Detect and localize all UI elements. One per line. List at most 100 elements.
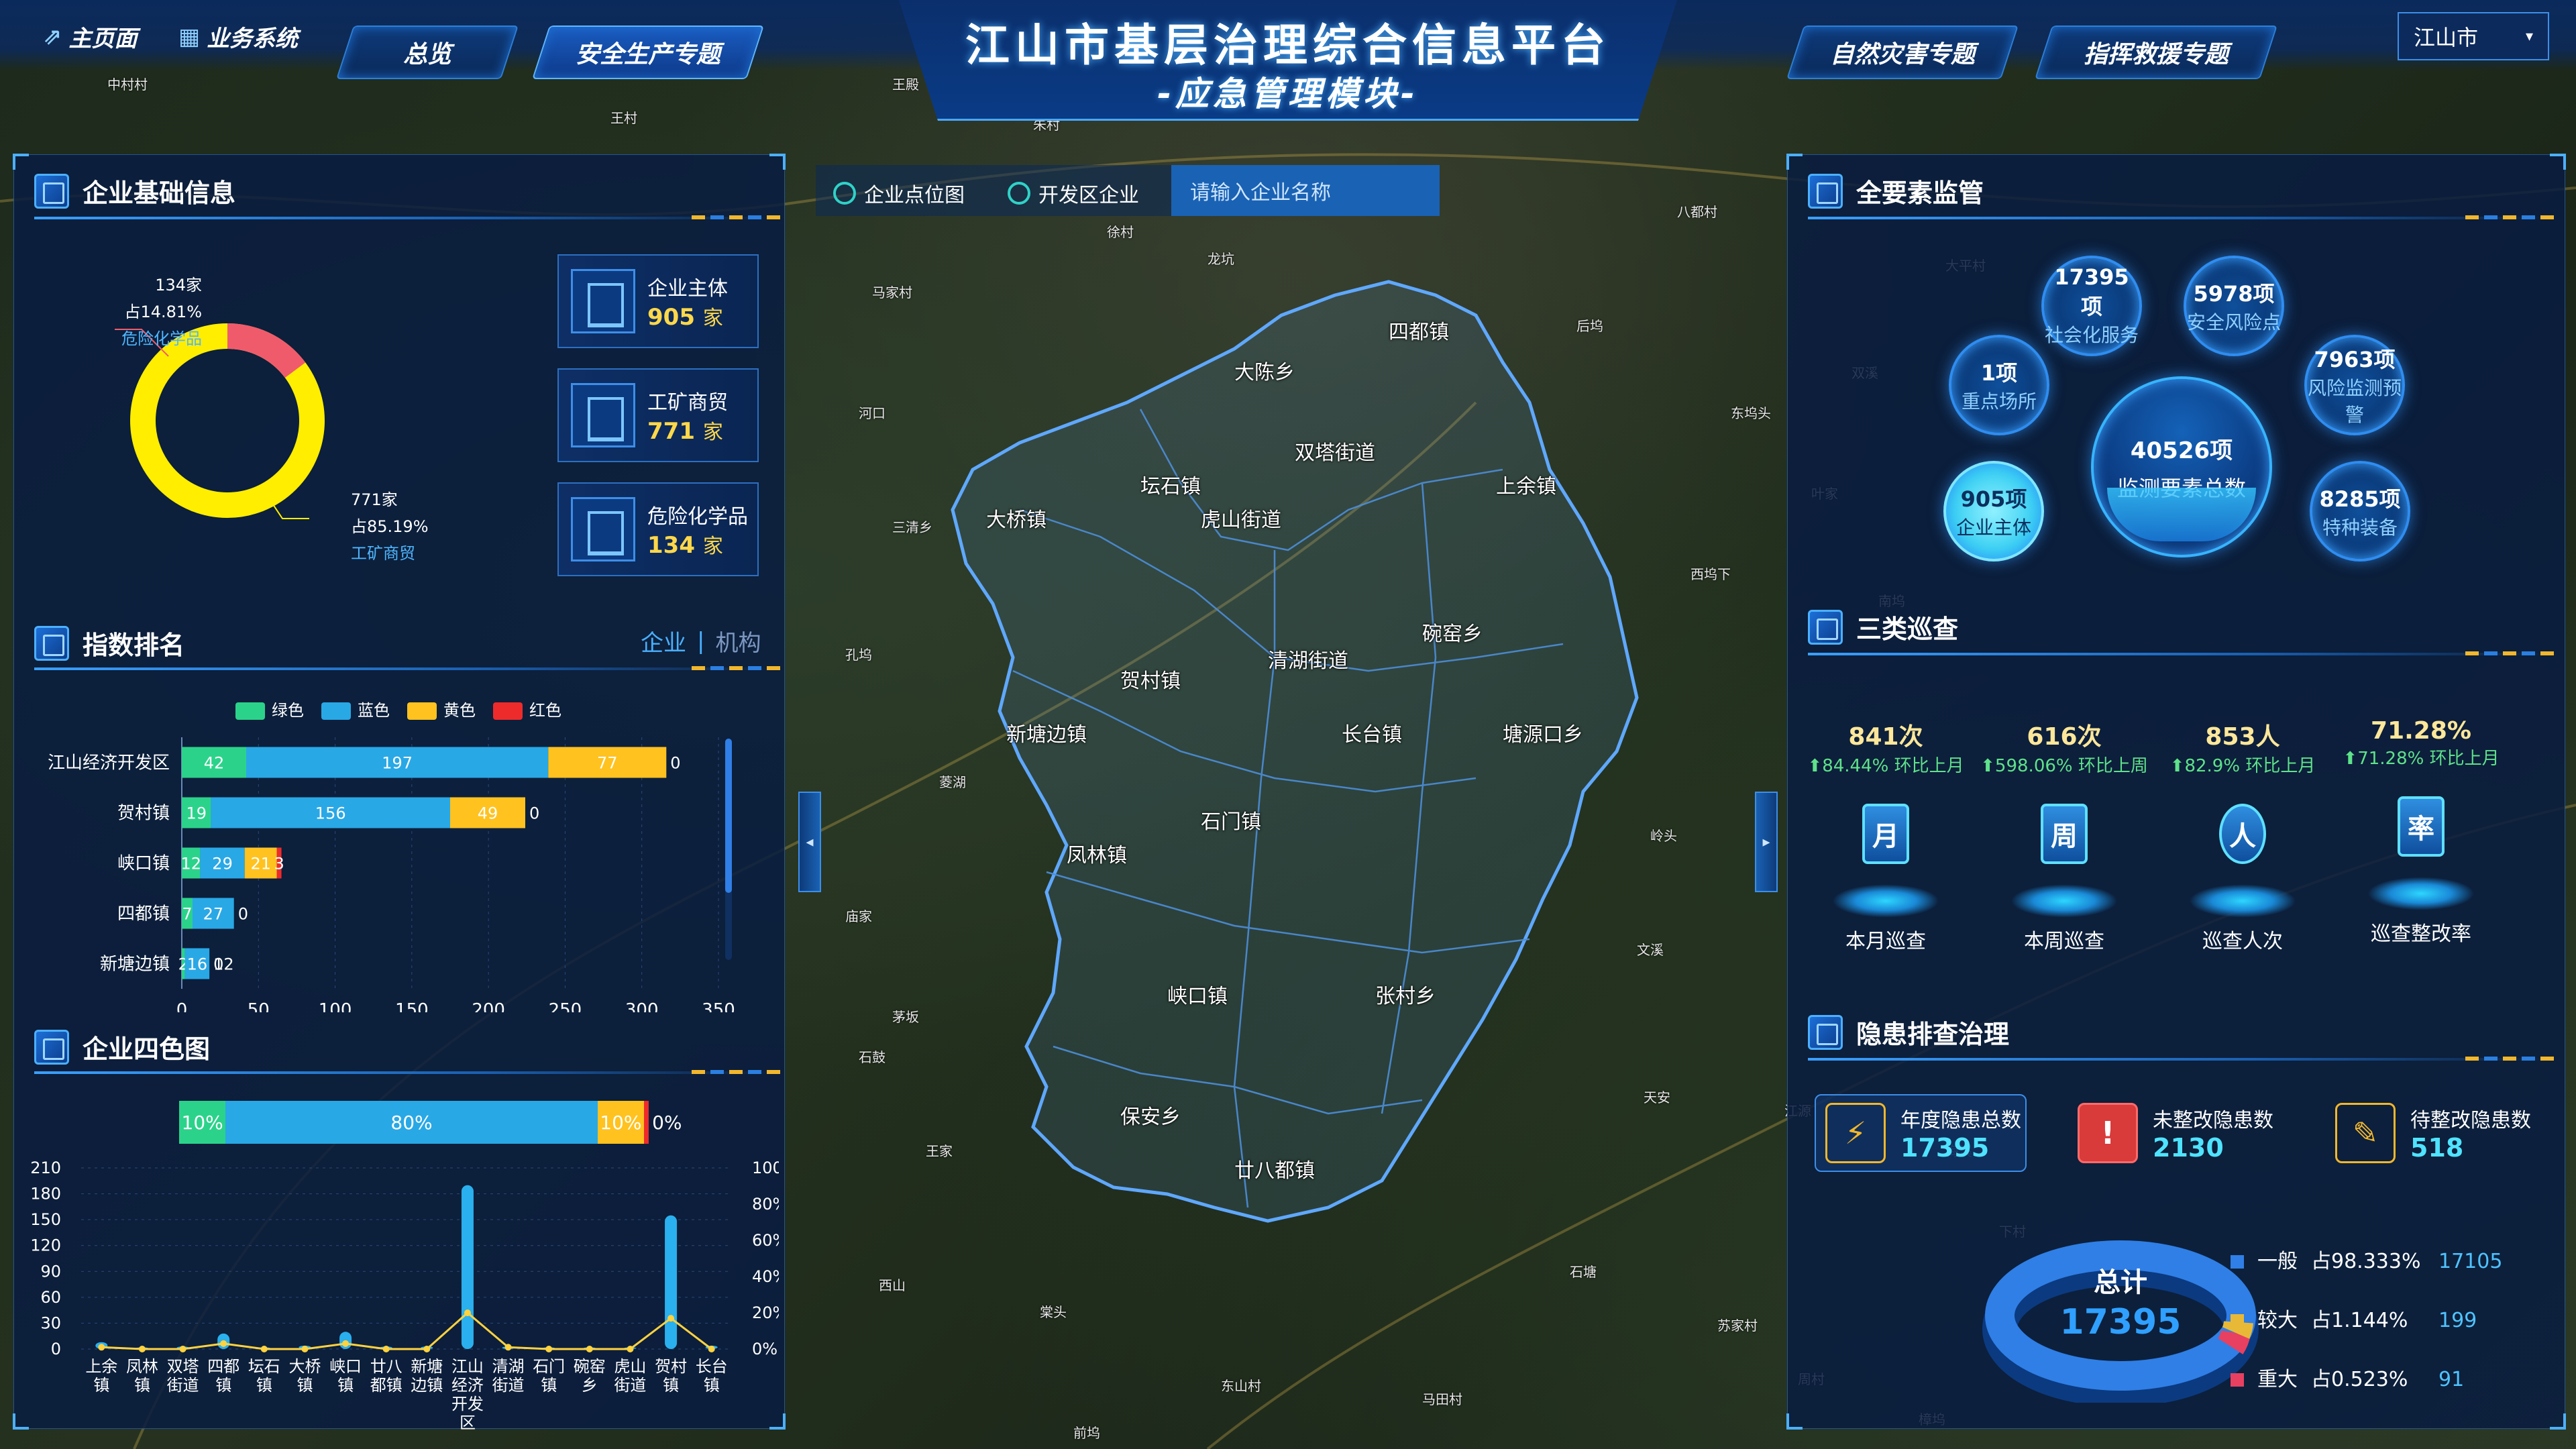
x-category-label: 街道 — [492, 1376, 525, 1395]
ratio-point[interactable] — [464, 1309, 471, 1316]
township-label[interactable]: 大陈乡 — [1234, 356, 1295, 385]
ratio-point[interactable] — [138, 1346, 146, 1352]
township-label[interactable]: 新塘边镇 — [1006, 718, 1087, 747]
ratio-point[interactable] — [667, 1315, 675, 1322]
bar-value-label: 7 — [182, 905, 192, 924]
bubble-special-equipment[interactable]: 8285项 特种装备 — [2310, 461, 2410, 561]
section-header-hazard: 隐患排查治理 — [1808, 1014, 2009, 1051]
home-icon: ⇗ — [43, 23, 62, 50]
town-bar[interactable] — [665, 1215, 678, 1349]
x-category-label: 乡 — [582, 1376, 598, 1395]
ratio-point[interactable] — [342, 1340, 350, 1347]
hazard-level-list: 一般 占98.333% 17105 较大 占1.144% 199 重大 占0.5… — [2231, 1232, 2502, 1409]
village-label: 棠头 — [1040, 1304, 1067, 1320]
township-label[interactable]: 凤林镇 — [1067, 839, 1127, 868]
ratio-point[interactable] — [220, 1340, 227, 1347]
tab-enterprise[interactable]: 企业 — [641, 625, 686, 657]
factory-icon — [571, 383, 635, 447]
bubble-social-service[interactable]: 17395项 社会化服务 — [2041, 256, 2142, 356]
toggle-enterprise-points[interactable]: 企业点位图 — [833, 178, 965, 208]
township-label[interactable]: 长台镇 — [1342, 718, 1402, 747]
tab-overview[interactable]: 总览 — [336, 25, 519, 79]
y2-tick-label: 100% — [752, 1159, 779, 1177]
township-label[interactable]: 四都镇 — [1389, 315, 1449, 345]
level-swatch — [2231, 1314, 2244, 1328]
inspection-monthly[interactable]: 841次 ⬆84.44% 环比上月 月 本月巡查 — [1799, 717, 1973, 954]
ratio-line — [101, 1311, 712, 1350]
toggle-dev-zone[interactable]: 开发区企业 — [1008, 178, 1139, 208]
ratio-point[interactable] — [504, 1344, 512, 1351]
ratio-segment[interactable]: 0% — [644, 1101, 682, 1144]
x-category-label: 镇 — [215, 1376, 231, 1395]
enterprise-search-input[interactable]: 请输入企业名称 — [1171, 165, 1440, 216]
kpi-card-enterprise-total[interactable]: 企业主体 905 家 — [557, 254, 759, 348]
x-category-label: 镇 — [297, 1376, 313, 1395]
inspection-persons[interactable]: 853人 ⬆82.9% 环比上月 人 巡查人次 — [2155, 717, 2330, 954]
section-dashes — [692, 1070, 780, 1074]
hazard-card-pending[interactable]: ✎ 待整改隐患数 518 — [2335, 1094, 2531, 1172]
township-label[interactable]: 张村乡 — [1375, 979, 1436, 1009]
collapse-left-handle[interactable]: ◂ — [798, 792, 821, 892]
hazard-total-label: 总计 — [2094, 1267, 2147, 1298]
township-label[interactable]: 虎山街道 — [1201, 503, 1281, 533]
right-panel: 全要素监管 40526项 监测要素总数 17395项社会化服务 5978项安全风… — [1786, 154, 2566, 1430]
ratio-point[interactable] — [545, 1346, 553, 1352]
township-label[interactable]: 廿八都镇 — [1234, 1154, 1315, 1183]
ratio-point[interactable] — [98, 1344, 105, 1351]
ratio-point[interactable] — [301, 1346, 309, 1352]
village-label: 石鼓 — [859, 1049, 885, 1065]
kpi-card-hazchem[interactable]: 危险化学品 134 家 — [557, 482, 759, 576]
tab-command-rescue[interactable]: 指挥救援专题 — [2035, 25, 2277, 79]
township-label[interactable]: 大桥镇 — [986, 503, 1046, 533]
bubble-risk-points[interactable]: 5978项 安全风险点 — [2184, 256, 2284, 356]
scrollbar-thumb[interactable] — [725, 739, 732, 893]
home-link[interactable]: ⇗ 主页面 — [43, 20, 138, 53]
tab-natural-disaster[interactable]: 自然灾害专题 — [1786, 25, 2019, 79]
town-bar[interactable] — [461, 1185, 474, 1349]
arrow-up-icon: ⬆ — [1980, 756, 1995, 776]
section-header-all-elements: 全要素监管 — [1808, 172, 1984, 209]
township-label[interactable]: 峡口镇 — [1167, 979, 1228, 1009]
x-tick-label: 200 — [472, 1000, 505, 1012]
township-label[interactable]: 清湖街道 — [1268, 644, 1348, 674]
hazard-card-unrectified[interactable]: ! 未整改隐患数 2130 — [2078, 1094, 2273, 1172]
ratio-point[interactable] — [423, 1346, 431, 1352]
ratio-point[interactable] — [179, 1346, 186, 1352]
ratio-segment[interactable]: 10% — [597, 1101, 645, 1144]
x-category-label: 清湖 — [492, 1357, 525, 1376]
hazard-card-annual[interactable]: ⚡ 年度隐患总数 17395 — [1815, 1094, 2027, 1172]
tab-organization[interactable]: 机构 — [715, 625, 761, 657]
township-label[interactable]: 保安乡 — [1120, 1100, 1181, 1130]
section-header-inspection: 三类巡查 — [1808, 608, 1958, 645]
ratio-point[interactable] — [260, 1346, 268, 1352]
x-category-label: 虎山 — [614, 1357, 646, 1376]
ratio-point[interactable] — [586, 1346, 593, 1352]
rank-scrollbar[interactable] — [725, 739, 732, 960]
township-label[interactable]: 贺村镇 — [1120, 664, 1181, 694]
monitor-total-bubble[interactable]: 40526项 监测要素总数 — [2091, 376, 2272, 557]
township-label[interactable]: 石门镇 — [1201, 805, 1261, 835]
collapse-right-handle[interactable]: ▸ — [1755, 792, 1778, 892]
bubble-risk-warning[interactable]: 7963项 风险监测预警 — [2304, 335, 2405, 435]
bubble-enterprise[interactable]: 905项 企业主体 — [1943, 461, 2044, 561]
township-label[interactable]: 碗窑乡 — [1422, 617, 1483, 647]
biz-system-link[interactable]: ▦ 业务系统 — [178, 20, 298, 53]
ratio-segment[interactable]: 80% — [225, 1101, 598, 1144]
y-tick-label: 210 — [30, 1159, 61, 1177]
ratio-point[interactable] — [382, 1346, 390, 1352]
inspection-weekly[interactable]: 616次 ⬆598.06% 环比上周 周 本周巡查 — [1977, 717, 2151, 954]
ratio-point[interactable] — [627, 1346, 634, 1352]
township-label[interactable]: 双塔街道 — [1295, 436, 1375, 466]
village-label: 王殿 — [892, 76, 919, 93]
bubble-key-places[interactable]: 1项 重点场所 — [1949, 335, 2049, 435]
township-label[interactable]: 塘源口乡 — [1503, 718, 1583, 747]
x-category-label: 边镇 — [411, 1376, 443, 1395]
city-select[interactable]: 江山市 ▾ — [2398, 12, 2549, 60]
kpi-card-industrial[interactable]: 工矿商贸 771 家 — [557, 368, 759, 462]
township-label[interactable]: 上余镇 — [1496, 470, 1556, 499]
township-label[interactable]: 坛石镇 — [1140, 470, 1201, 499]
ratio-point[interactable] — [708, 1346, 715, 1352]
inspection-rectify-rate[interactable]: 71.28% ⬆71.28% 环比上月 率 巡查整改率 — [2334, 717, 2508, 947]
tab-safety-production[interactable]: 安全生产专题 — [532, 25, 764, 79]
ratio-segment[interactable]: 10% — [179, 1101, 226, 1144]
